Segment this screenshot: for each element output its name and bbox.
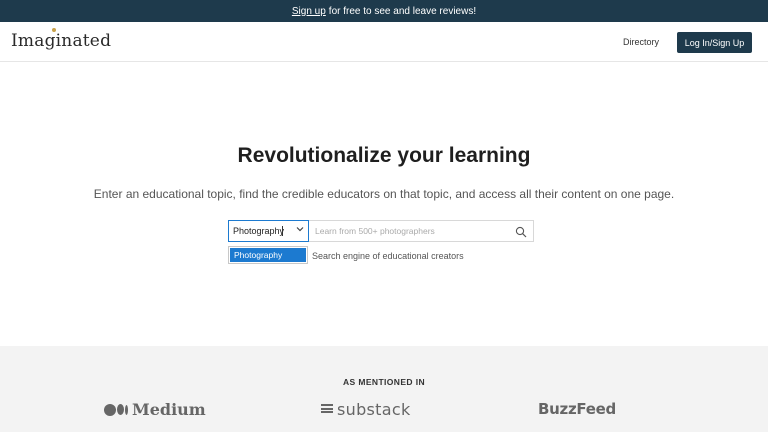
substack-icon [321,404,333,415]
hero-subtitle: Enter an educational topic, find the cre… [93,187,675,201]
signup-link[interactable]: Sign up [292,6,326,17]
topic-dropdown: Photography [228,246,308,264]
nav-directory-link[interactable]: Directory [623,37,659,47]
search-input[interactable] [309,221,533,241]
medium-wordmark: Medium [132,400,206,419]
topic-select-value: Photography [233,226,285,236]
banner-text: for free to see and leave reviews! [328,5,477,17]
site-logo[interactable]: Imaginated [11,31,111,51]
medium-logo: Medium [104,400,206,419]
medium-icon [104,403,128,416]
site-header: Imaginated Directory Log In/Sign Up [0,22,768,62]
buzzfeed-logo: BuzzFeed [538,400,616,418]
substack-logo: substack [321,400,411,419]
mentions-title: AS MENTIONED IN [342,377,426,387]
chevron-down-icon[interactable] [296,225,304,235]
login-signup-button[interactable]: Log In/Sign Up [677,32,752,53]
search-icon[interactable] [515,225,527,238]
text-caret [282,226,283,236]
substack-wordmark: substack [337,400,411,419]
mentions-section: AS MENTIONED IN Medium substack BuzzFeed [0,346,768,432]
buzzfeed-wordmark: BuzzFeed [538,400,616,418]
hero-title: Revolutionalize your learning [237,144,531,167]
signup-banner: Sign up for free to see and leave review… [0,0,768,22]
search-bar: Photography [228,220,534,242]
topic-select[interactable]: Photography [228,220,309,242]
search-tagline: Search engine of educational creators [312,251,464,261]
dropdown-option-photography[interactable]: Photography [230,248,306,262]
